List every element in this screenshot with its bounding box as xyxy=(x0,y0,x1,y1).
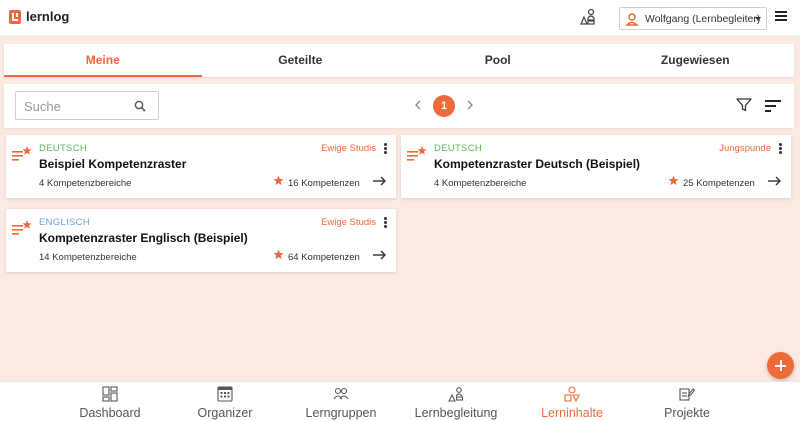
list-star-icon xyxy=(12,146,32,161)
lernbegleitung-icon xyxy=(448,387,464,402)
card-areas: 14 Kompetenzbereiche xyxy=(39,252,137,263)
page-number[interactable]: 1 xyxy=(433,95,455,117)
search-box xyxy=(15,91,159,120)
lernbegleitung-icon[interactable] xyxy=(579,8,597,26)
card-title: Beispiel Kompetenzraster xyxy=(39,157,187,171)
sort-icon[interactable] xyxy=(765,100,781,112)
nav-lernbegleitung[interactable]: Lernbegleitung xyxy=(401,382,511,421)
tab-zugewiesen[interactable]: Zugewiesen xyxy=(597,44,795,77)
arrow-right-icon[interactable] xyxy=(768,176,781,186)
add-button[interactable] xyxy=(767,352,794,379)
card-competencies: 64 Kompetenzen xyxy=(288,252,360,263)
chevron-right-icon[interactable] xyxy=(466,100,474,110)
user-select[interactable]: Wolfgang (Lernbegleiter) xyxy=(619,7,767,30)
card-competencies: 16 Kompetenzen xyxy=(288,178,360,189)
nav-projekte[interactable]: Projekte xyxy=(632,382,742,421)
card-group: Jungspunde xyxy=(719,143,771,154)
more-vert-icon[interactable] xyxy=(779,143,782,154)
app-logo[interactable]: lernlog xyxy=(9,9,69,24)
content-card[interactable]: DEUTSCH Jungspunde Kompetenzraster Deuts… xyxy=(401,135,791,198)
user-icon xyxy=(625,12,639,26)
content-card[interactable]: DEUTSCH Ewige Studis Beispiel Kompetenzr… xyxy=(6,135,396,198)
card-areas: 4 Kompetenzbereiche xyxy=(434,178,527,189)
menu-icon[interactable] xyxy=(775,11,787,21)
tab-pool[interactable]: Pool xyxy=(399,44,597,77)
tab-bar: Meine Geteilte Pool Zugewiesen xyxy=(4,44,794,77)
nav-lerngruppen[interactable]: Lerngruppen xyxy=(286,382,396,421)
filter-bar: 1 xyxy=(4,84,794,128)
user-label: Wolfgang (Lernbegleiter) xyxy=(645,12,761,25)
chevron-down-icon xyxy=(755,17,761,21)
search-icon[interactable] xyxy=(134,100,146,112)
card-group: Ewige Studis xyxy=(321,217,376,228)
card-title: Kompetenzraster Englisch (Beispiel) xyxy=(39,231,248,245)
card-subject: DEUTSCH xyxy=(39,143,88,154)
card-subject: DEUTSCH xyxy=(434,143,483,154)
card-areas: 4 Kompetenzbereiche xyxy=(39,178,132,189)
dashboard-icon xyxy=(102,386,118,402)
nav-label: Dashboard xyxy=(79,406,141,420)
card-group: Ewige Studis xyxy=(321,143,376,154)
group-icon xyxy=(333,387,349,400)
content-card[interactable]: ENGLISCH Ewige Studis Kompetenzraster En… xyxy=(6,209,396,272)
list-star-icon xyxy=(12,220,32,235)
nav-label: Lerngruppen xyxy=(305,406,377,420)
card-competencies: 25 Kompetenzen xyxy=(683,178,755,189)
tab-geteilte[interactable]: Geteilte xyxy=(202,44,400,77)
app-name: lernlog xyxy=(26,9,70,24)
nav-label: Lernbegleitung xyxy=(414,406,498,420)
calendar-icon xyxy=(217,386,233,402)
nav-label: Organizer xyxy=(197,406,253,420)
bottom-nav: Dashboard Organizer Lerngruppen Lernbegl… xyxy=(0,381,800,421)
nav-dashboard[interactable]: Dashboard xyxy=(55,382,165,421)
more-vert-icon[interactable] xyxy=(384,143,387,154)
nav-organizer[interactable]: Organizer xyxy=(170,382,280,421)
star-icon xyxy=(273,249,284,260)
list-star-icon xyxy=(407,146,427,161)
shapes-icon xyxy=(564,386,580,402)
filter-icon[interactable] xyxy=(736,98,752,112)
more-vert-icon[interactable] xyxy=(384,217,387,228)
star-icon xyxy=(273,175,284,186)
arrow-right-icon[interactable] xyxy=(373,250,386,260)
logo-icon xyxy=(9,9,21,24)
arrow-right-icon[interactable] xyxy=(373,176,386,186)
nav-label: Projekte xyxy=(664,406,710,420)
nav-label: Lerninhalte xyxy=(541,406,603,420)
chevron-left-icon[interactable] xyxy=(414,100,422,110)
search-input[interactable] xyxy=(24,98,134,115)
card-title: Kompetenzraster Deutsch (Beispiel) xyxy=(434,157,641,171)
tab-meine[interactable]: Meine xyxy=(4,44,202,77)
projekte-icon xyxy=(679,388,695,401)
star-icon xyxy=(668,175,679,186)
top-bar: lernlog Wolfgang (Lernbegleiter) xyxy=(0,0,800,36)
card-subject: ENGLISCH xyxy=(39,217,90,228)
nav-lerninhalte[interactable]: Lerninhalte xyxy=(517,382,627,421)
